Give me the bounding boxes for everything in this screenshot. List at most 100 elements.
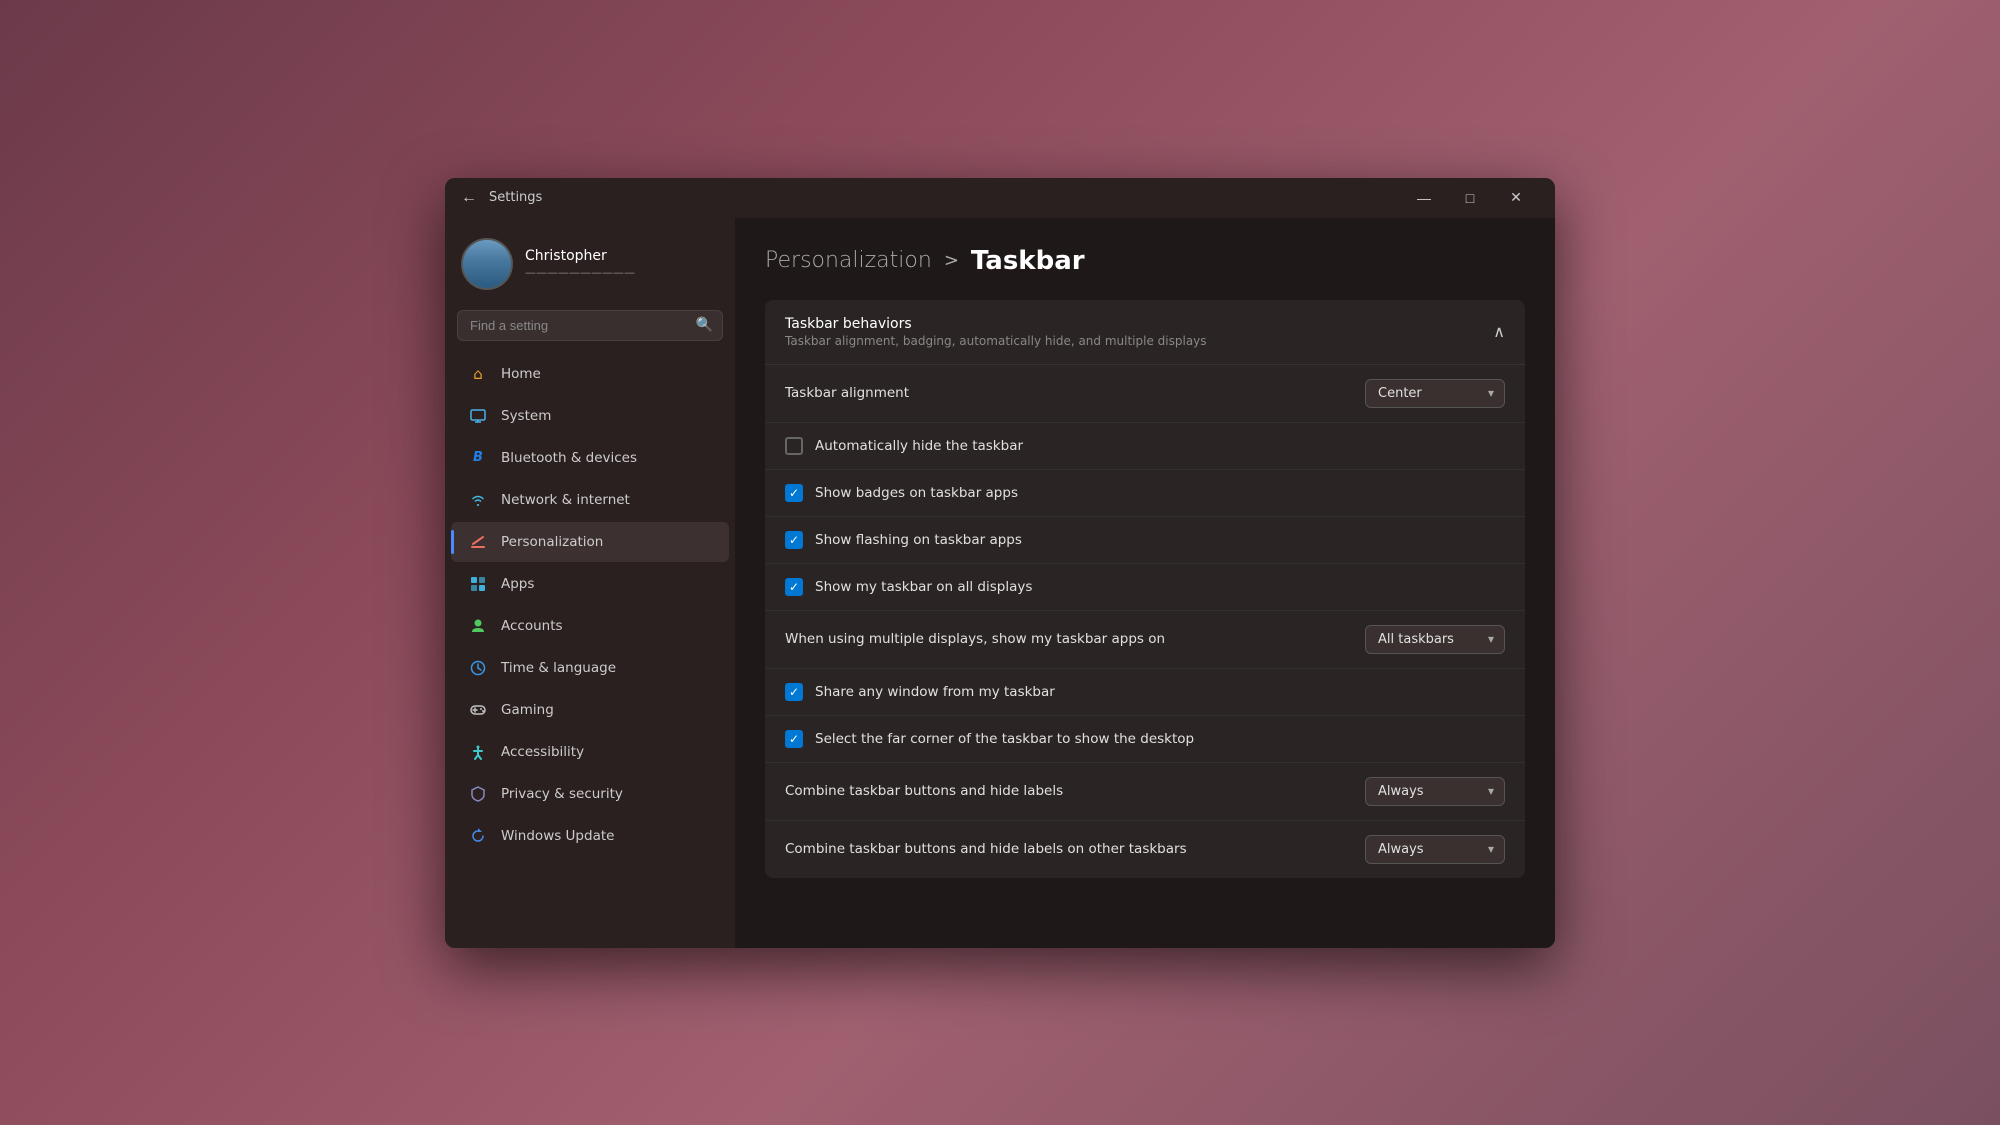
show-all-displays-checkbox-wrap: Show my taskbar on all displays — [785, 578, 1032, 596]
combine-buttons-other-row: Combine taskbar buttons and hide labels … — [765, 821, 1525, 878]
titlebar: ← Settings — □ ✕ — [445, 178, 1555, 218]
active-indicator — [451, 530, 454, 554]
combine-buttons-other-dropdown[interactable]: Always ▾ — [1365, 835, 1505, 864]
settings-window: ← Settings — □ ✕ Christopher —————————— — [445, 178, 1555, 948]
sidebar-label-accessibility: Accessibility — [501, 744, 584, 760]
user-info: Christopher —————————— — [525, 248, 635, 279]
accessibility-icon — [467, 741, 489, 763]
multiple-displays-value: All taskbars — [1378, 632, 1454, 647]
system-icon — [467, 405, 489, 427]
time-icon — [467, 657, 489, 679]
combine-buttons-value: Always — [1378, 784, 1424, 799]
auto-hide-checkbox[interactable] — [785, 437, 803, 455]
section-subtitle: Taskbar alignment, badging, automaticall… — [785, 334, 1207, 348]
combine-buttons-row: Combine taskbar buttons and hide labels … — [765, 763, 1525, 821]
sidebar-item-system[interactable]: System — [451, 396, 729, 436]
sidebar-item-apps[interactable]: Apps — [451, 564, 729, 604]
user-subtitle: —————————— — [525, 266, 635, 279]
window-controls: — □ ✕ — [1401, 182, 1539, 214]
back-button[interactable]: ← — [461, 189, 477, 207]
show-badges-checkbox[interactable] — [785, 484, 803, 502]
main-content: Personalization > Taskbar Taskbar behavi… — [735, 218, 1555, 948]
taskbar-alignment-dropdown[interactable]: Center ▾ — [1365, 379, 1505, 408]
auto-hide-label: Automatically hide the taskbar — [815, 438, 1023, 454]
section-title: Taskbar behaviors — [785, 316, 1207, 332]
sidebar-item-home[interactable]: ⌂ Home — [451, 354, 729, 394]
sidebar-item-accessibility[interactable]: Accessibility — [451, 732, 729, 772]
share-window-checkbox[interactable] — [785, 683, 803, 701]
avatar — [461, 238, 513, 290]
sidebar-item-network[interactable]: Network & internet — [451, 480, 729, 520]
auto-hide-row: Automatically hide the taskbar — [765, 423, 1525, 470]
update-icon — [467, 825, 489, 847]
multiple-displays-label: When using multiple displays, show my ta… — [785, 631, 1165, 647]
auto-hide-checkbox-wrap: Automatically hide the taskbar — [785, 437, 1023, 455]
maximize-button[interactable]: □ — [1447, 182, 1493, 214]
sidebar-label-bluetooth: Bluetooth & devices — [501, 450, 637, 466]
section-header[interactable]: Taskbar behaviors Taskbar alignment, bad… — [765, 300, 1525, 365]
combine-buttons-other-value: Always — [1378, 842, 1424, 857]
taskbar-alignment-value: Center — [1378, 386, 1422, 401]
content-area: Christopher —————————— 🔍 ⌂ Home — [445, 218, 1555, 948]
breadcrumb-parent: Personalization — [765, 248, 932, 273]
show-desktop-label: Select the far corner of the taskbar to … — [815, 731, 1194, 747]
sidebar-item-bluetooth[interactable]: B Bluetooth & devices — [451, 438, 729, 478]
window-title: Settings — [489, 190, 1401, 205]
user-profile: Christopher —————————— — [445, 226, 735, 306]
sidebar-item-gaming[interactable]: Gaming — [451, 690, 729, 730]
combine-buttons-other-label: Combine taskbar buttons and hide labels … — [785, 841, 1187, 857]
multiple-displays-dropdown[interactable]: All taskbars ▾ — [1365, 625, 1505, 654]
taskbar-behaviors-section: Taskbar behaviors Taskbar alignment, bad… — [765, 300, 1525, 878]
sidebar-item-time[interactable]: Time & language — [451, 648, 729, 688]
dropdown-arrow-alignment: ▾ — [1488, 386, 1494, 400]
show-all-displays-checkbox[interactable] — [785, 578, 803, 596]
taskbar-alignment-label: Taskbar alignment — [785, 385, 909, 401]
search-icon: 🔍 — [696, 317, 713, 333]
search-box: 🔍 — [457, 310, 723, 341]
show-badges-label: Show badges on taskbar apps — [815, 485, 1018, 501]
sidebar-item-privacy[interactable]: Privacy & security — [451, 774, 729, 814]
accounts-icon — [467, 615, 489, 637]
apps-icon — [467, 573, 489, 595]
sidebar-label-time: Time & language — [501, 660, 616, 676]
sidebar-item-update[interactable]: Windows Update — [451, 816, 729, 856]
sidebar-label-update: Windows Update — [501, 828, 614, 844]
taskbar-alignment-row: Taskbar alignment Center ▾ — [765, 365, 1525, 423]
sidebar-label-network: Network & internet — [501, 492, 630, 508]
sidebar-label-home: Home — [501, 366, 541, 382]
show-flashing-row: Show flashing on taskbar apps — [765, 517, 1525, 564]
search-input[interactable] — [457, 310, 723, 341]
avatar-image — [463, 240, 511, 288]
sidebar-item-accounts[interactable]: Accounts — [451, 606, 729, 646]
user-name: Christopher — [525, 248, 635, 264]
share-window-checkbox-wrap: Share any window from my taskbar — [785, 683, 1055, 701]
combine-buttons-dropdown[interactable]: Always ▾ — [1365, 777, 1505, 806]
personalization-icon — [467, 531, 489, 553]
home-icon: ⌂ — [467, 363, 489, 385]
dropdown-arrow-combine: ▾ — [1488, 784, 1494, 798]
show-badges-row: Show badges on taskbar apps — [765, 470, 1525, 517]
breadcrumb-separator: > — [944, 250, 959, 271]
dropdown-arrow-combine-other: ▾ — [1488, 842, 1494, 856]
page-header: Personalization > Taskbar — [765, 246, 1525, 276]
show-flashing-checkbox[interactable] — [785, 531, 803, 549]
minimize-button[interactable]: — — [1401, 182, 1447, 214]
show-desktop-checkbox[interactable] — [785, 730, 803, 748]
section-collapse-icon[interactable]: ∧ — [1493, 322, 1505, 341]
show-desktop-row: Select the far corner of the taskbar to … — [765, 716, 1525, 763]
show-all-displays-label: Show my taskbar on all displays — [815, 579, 1032, 595]
sidebar-label-apps: Apps — [501, 576, 534, 592]
show-flashing-checkbox-wrap: Show flashing on taskbar apps — [785, 531, 1022, 549]
dropdown-arrow-displays: ▾ — [1488, 632, 1494, 646]
show-desktop-checkbox-wrap: Select the far corner of the taskbar to … — [785, 730, 1194, 748]
show-all-displays-row: Show my taskbar on all displays — [765, 564, 1525, 611]
sidebar-item-personalization[interactable]: Personalization — [451, 522, 729, 562]
share-window-row: Share any window from my taskbar — [765, 669, 1525, 716]
sidebar-label-gaming: Gaming — [501, 702, 554, 718]
section-header-info: Taskbar behaviors Taskbar alignment, bad… — [785, 316, 1207, 348]
sidebar-label-accounts: Accounts — [501, 618, 563, 634]
network-icon — [467, 489, 489, 511]
bluetooth-icon: B — [467, 447, 489, 469]
show-badges-checkbox-wrap: Show badges on taskbar apps — [785, 484, 1018, 502]
close-button[interactable]: ✕ — [1493, 182, 1539, 214]
